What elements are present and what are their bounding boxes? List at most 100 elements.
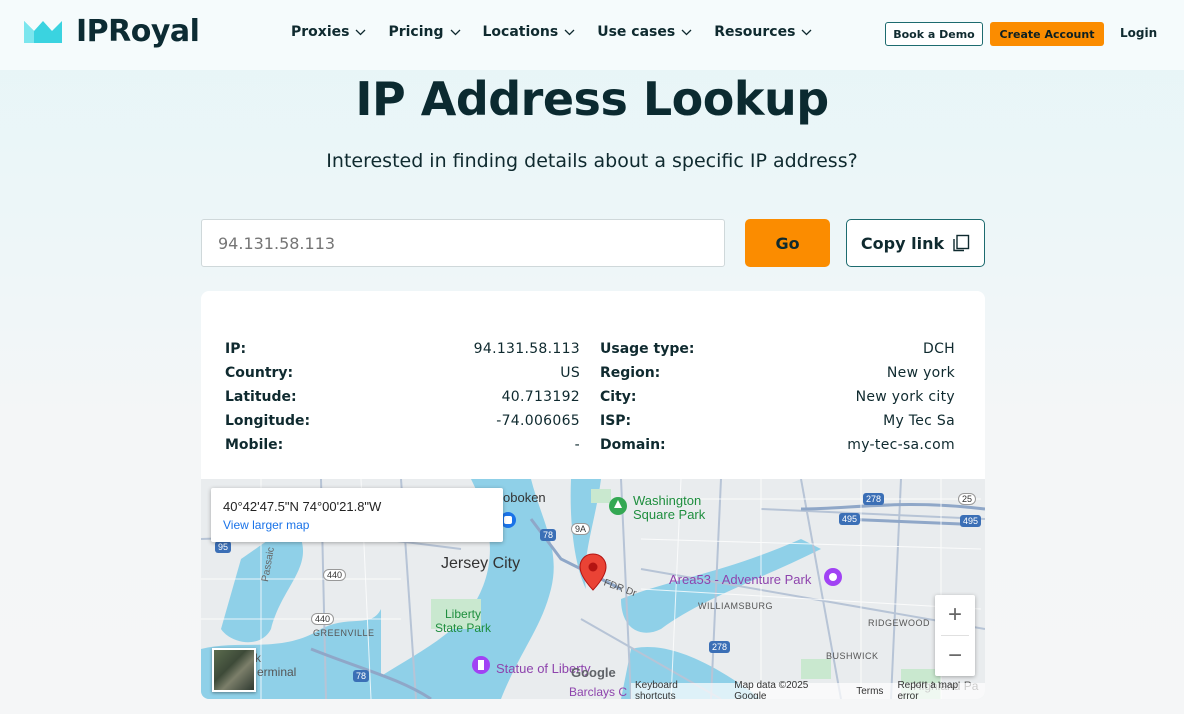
map-label-liberty-park: Liberty State Park [435,607,492,635]
ip-search-input[interactable] [201,219,725,267]
nav-pricing[interactable]: Pricing [388,24,460,40]
highway-shield: 78 [540,529,557,541]
map-label-greenville: GREENVILLE [313,628,375,638]
page-subtitle: Interested in finding details about a sp… [326,150,858,172]
detail-value: US [560,365,580,381]
login-link[interactable]: Login [1120,26,1157,40]
highway-shield: 95 [215,541,232,553]
highway-shield: 495 [960,515,982,527]
highway-shield: 278 [709,641,731,653]
detail-value: New york city [855,389,955,405]
location-map[interactable]: Jersey City oboken Washington Square Par… [201,479,985,699]
map-footer: Keyboard shortcuts Map data ©2025 Google… [631,680,985,699]
detail-key: IP: [225,341,247,357]
chevron-down-icon [801,29,812,35]
detail-key: Mobile: [225,437,284,453]
detail-row-usage-type: Usage type: DCH [600,340,955,364]
detail-row-region: Region: New york [600,364,955,388]
zoom-in-button[interactable]: + [935,595,975,635]
map-label-terminal: erminal [257,665,297,679]
highway-shield: 440 [311,613,335,625]
nav-label: Locations [482,24,559,40]
detail-row-longitude: Longitude: -74.006065 [225,412,580,436]
nav-use-cases[interactable]: Use cases [597,24,692,40]
landmark-pin-icon [472,656,490,674]
page-title: IP Address Lookup [355,72,829,126]
detail-value: -74.006065 [496,413,580,429]
map-label-hoboken: oboken [503,490,546,505]
highway-shield: 278 [863,493,885,505]
detail-row-mobile: Mobile: - [225,436,580,460]
detail-key: City: [600,389,637,405]
logo-text: IPRoyal [76,14,200,49]
map-label-barclays: Barclays C [569,685,628,699]
location-marker-icon[interactable] [579,553,607,591]
detail-row-domain: Domain: my-tec-sa.com [600,436,955,460]
detail-value: - [574,437,580,453]
highway-shield: 9A [571,523,591,535]
map-label-area53: Area53 - Adventure Park [669,572,812,587]
detail-row-city: City: New york city [600,388,955,412]
copy-icon [953,234,970,252]
go-button[interactable]: Go [745,219,830,267]
detail-value: my-tec-sa.com [847,437,955,453]
site-header: IPRoyal Proxies Pricing Locations Use ca… [0,0,1184,70]
detail-value: My Tec Sa [883,413,955,429]
detail-key: Longitude: [225,413,311,429]
attraction-pin-icon [824,568,842,586]
terms-link[interactable]: Terms [856,686,883,697]
view-larger-map-link[interactable]: View larger map [223,518,309,532]
detail-value: 94.131.58.113 [473,341,580,357]
detail-value: DCH [923,341,955,357]
logo[interactable]: IPRoyal [22,14,200,49]
nav-label: Proxies [291,24,350,40]
detail-key: Domain: [600,437,666,453]
map-coordinates: 40°42'47.5"N 74°00'21.8"W [223,499,382,514]
detail-key: Latitude: [225,389,297,405]
book-demo-button[interactable]: Book a Demo [885,22,983,46]
nav-label: Use cases [597,24,676,40]
detail-row-isp: ISP: My Tec Sa [600,412,955,436]
nav-locations[interactable]: Locations [483,24,576,40]
copy-link-button[interactable]: Copy link [846,219,985,267]
detail-key: Region: [600,365,661,381]
results-card: IP: 94.131.58.113 Country: US Latitude: 40.… [201,291,985,699]
detail-row-latitude: Latitude: 40.713192 [225,388,580,412]
crown-logo-icon [24,20,62,43]
chevron-down-icon [450,29,460,35]
chevron-down-icon [564,29,575,35]
copy-link-label: Copy link [860,233,945,253]
nav-label: Resources [714,24,796,40]
nav-label: Pricing [388,24,444,40]
map-label-jersey-city: Jersey City [441,555,521,572]
map-label-washington-square: Washington Square Park [633,493,706,522]
chevron-down-icon [681,29,692,35]
detail-row-country: Country: US [225,364,580,388]
nav-resources[interactable]: Resources [714,24,812,40]
highway-shield: 25 [958,493,977,505]
map-info-box: 40°42'47.5"N 74°00'21.8"W View larger ma… [211,488,503,542]
detail-key: Country: [225,365,294,381]
detail-row-ip: IP: 94.131.58.113 [225,340,580,364]
map-label-ridgewood: RIDGEWOOD [868,618,930,628]
details-right-column: Usage type: DCH Region: New york City: New … [600,340,955,460]
detail-value: 40.713192 [501,389,580,405]
main-nav: Proxies Pricing Locations Use cases Reso… [291,24,812,40]
highway-shield: 495 [839,513,861,525]
map-label-bushwick: BUSHWICK [826,651,879,661]
chevron-down-icon [355,29,366,35]
zoom-controls: + − [935,595,975,676]
map-data-attribution: Map data ©2025 Google [734,680,809,699]
create-account-button[interactable]: Create Account [990,22,1104,46]
highway-shield: 440 [323,569,347,581]
satellite-toggle[interactable] [212,648,256,692]
highway-shield: 78 [353,670,370,682]
detail-key: Usage type: [600,341,695,357]
map-label-williamsburg: WILLIAMSBURG [698,601,774,611]
zoom-out-button[interactable]: − [935,636,975,676]
report-map-error-link[interactable]: Report a map error [897,680,981,699]
detail-key: ISP: [600,413,632,429]
nav-proxies[interactable]: Proxies [291,24,366,40]
details-left-column: IP: 94.131.58.113 Country: US Latitude: 40.… [225,340,580,460]
keyboard-shortcuts-link[interactable]: Keyboard shortcuts [635,680,720,699]
